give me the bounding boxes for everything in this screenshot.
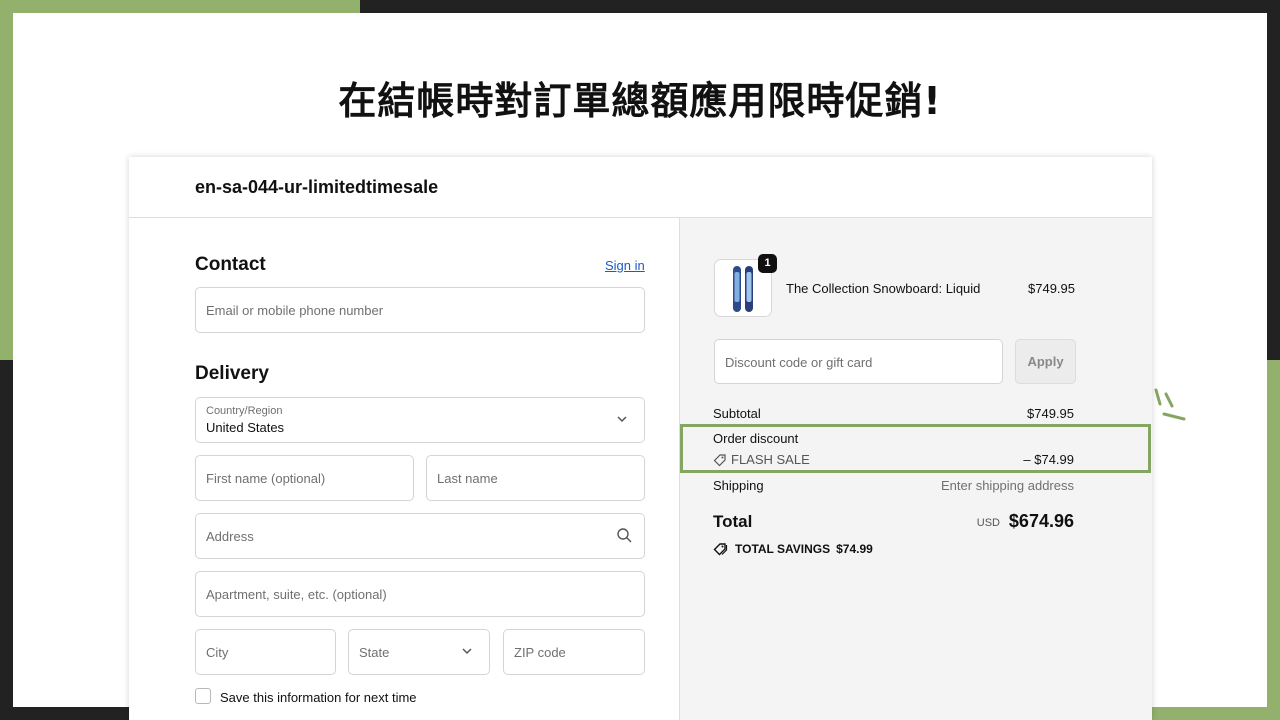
contact-title: Contact <box>195 254 266 275</box>
city-placeholder: City <box>206 645 229 660</box>
sign-in-link[interactable]: Sign in <box>605 258 645 273</box>
discount-highlight-box <box>680 424 1151 473</box>
discount-code-placeholder: Discount code or gift card <box>725 355 873 370</box>
delivery-title: Delivery <box>195 363 269 384</box>
chevron-down-icon <box>462 648 472 655</box>
currency-code: USD <box>976 517 1000 529</box>
search-icon[interactable] <box>616 527 633 544</box>
apply-button[interactable]: Apply <box>1015 339 1076 384</box>
save-info-checkbox[interactable] <box>195 688 211 704</box>
apartment-field[interactable]: Apartment, suite, etc. (optional) <box>195 571 645 617</box>
zip-field[interactable]: ZIP code <box>503 629 645 675</box>
last-name-field[interactable]: Last name <box>426 455 645 501</box>
subtotal-label: Subtotal <box>713 406 761 421</box>
product-price: $749.95 <box>1028 281 1075 296</box>
shipping-value: Enter shipping address <box>941 478 1074 493</box>
total-label: Total <box>713 512 753 531</box>
total-savings-value: $74.99 <box>836 542 873 556</box>
country-value: United States <box>206 420 285 435</box>
total-savings: TOTAL SAVINGS $74.99 <box>713 542 873 556</box>
state-select[interactable]: State <box>348 629 490 675</box>
headline: 在結帳時對訂單總額應用限時促銷! <box>338 79 942 123</box>
sparkle-decoration <box>1154 388 1186 421</box>
shipping-label: Shipping <box>713 478 764 493</box>
country-select[interactable]: Country/Region United States <box>195 397 645 443</box>
checkout-form: Contact Sign in Email or mobile phone nu… <box>129 218 679 720</box>
discount-code-field[interactable]: Discount code or gift card <box>714 339 1003 384</box>
total-savings-label: TOTAL SAVINGS <box>735 542 831 556</box>
save-info-label: Save this information for next time <box>220 690 417 705</box>
first-name-placeholder: First name (optional) <box>206 471 326 486</box>
chevron-down-icon <box>617 416 627 423</box>
store-name[interactable]: en-sa-044-ur-limitedtimesale <box>195 177 438 198</box>
email-placeholder: Email or mobile phone number <box>206 303 384 318</box>
state-placeholder: State <box>359 645 390 660</box>
email-field[interactable]: Email or mobile phone number <box>195 287 645 333</box>
checkout-header: en-sa-044-ur-limitedtimesale <box>129 157 1152 218</box>
address-placeholder: Address <box>206 529 254 544</box>
apartment-placeholder: Apartment, suite, etc. (optional) <box>206 587 387 602</box>
product-name: The Collection Snowboard: Liquid <box>786 281 981 296</box>
quantity-badge: 1 <box>758 254 777 273</box>
address-field[interactable]: Address <box>195 513 645 559</box>
zip-placeholder: ZIP code <box>514 645 566 660</box>
country-label: Country/Region <box>206 405 283 417</box>
city-field[interactable]: City <box>195 629 336 675</box>
tag-icon <box>713 543 728 556</box>
total-value: $674.96 <box>1008 511 1074 531</box>
first-name-field[interactable]: First name (optional) <box>195 455 414 501</box>
subtotal-value: $749.95 <box>1027 406 1074 421</box>
last-name-placeholder: Last name <box>437 471 498 486</box>
